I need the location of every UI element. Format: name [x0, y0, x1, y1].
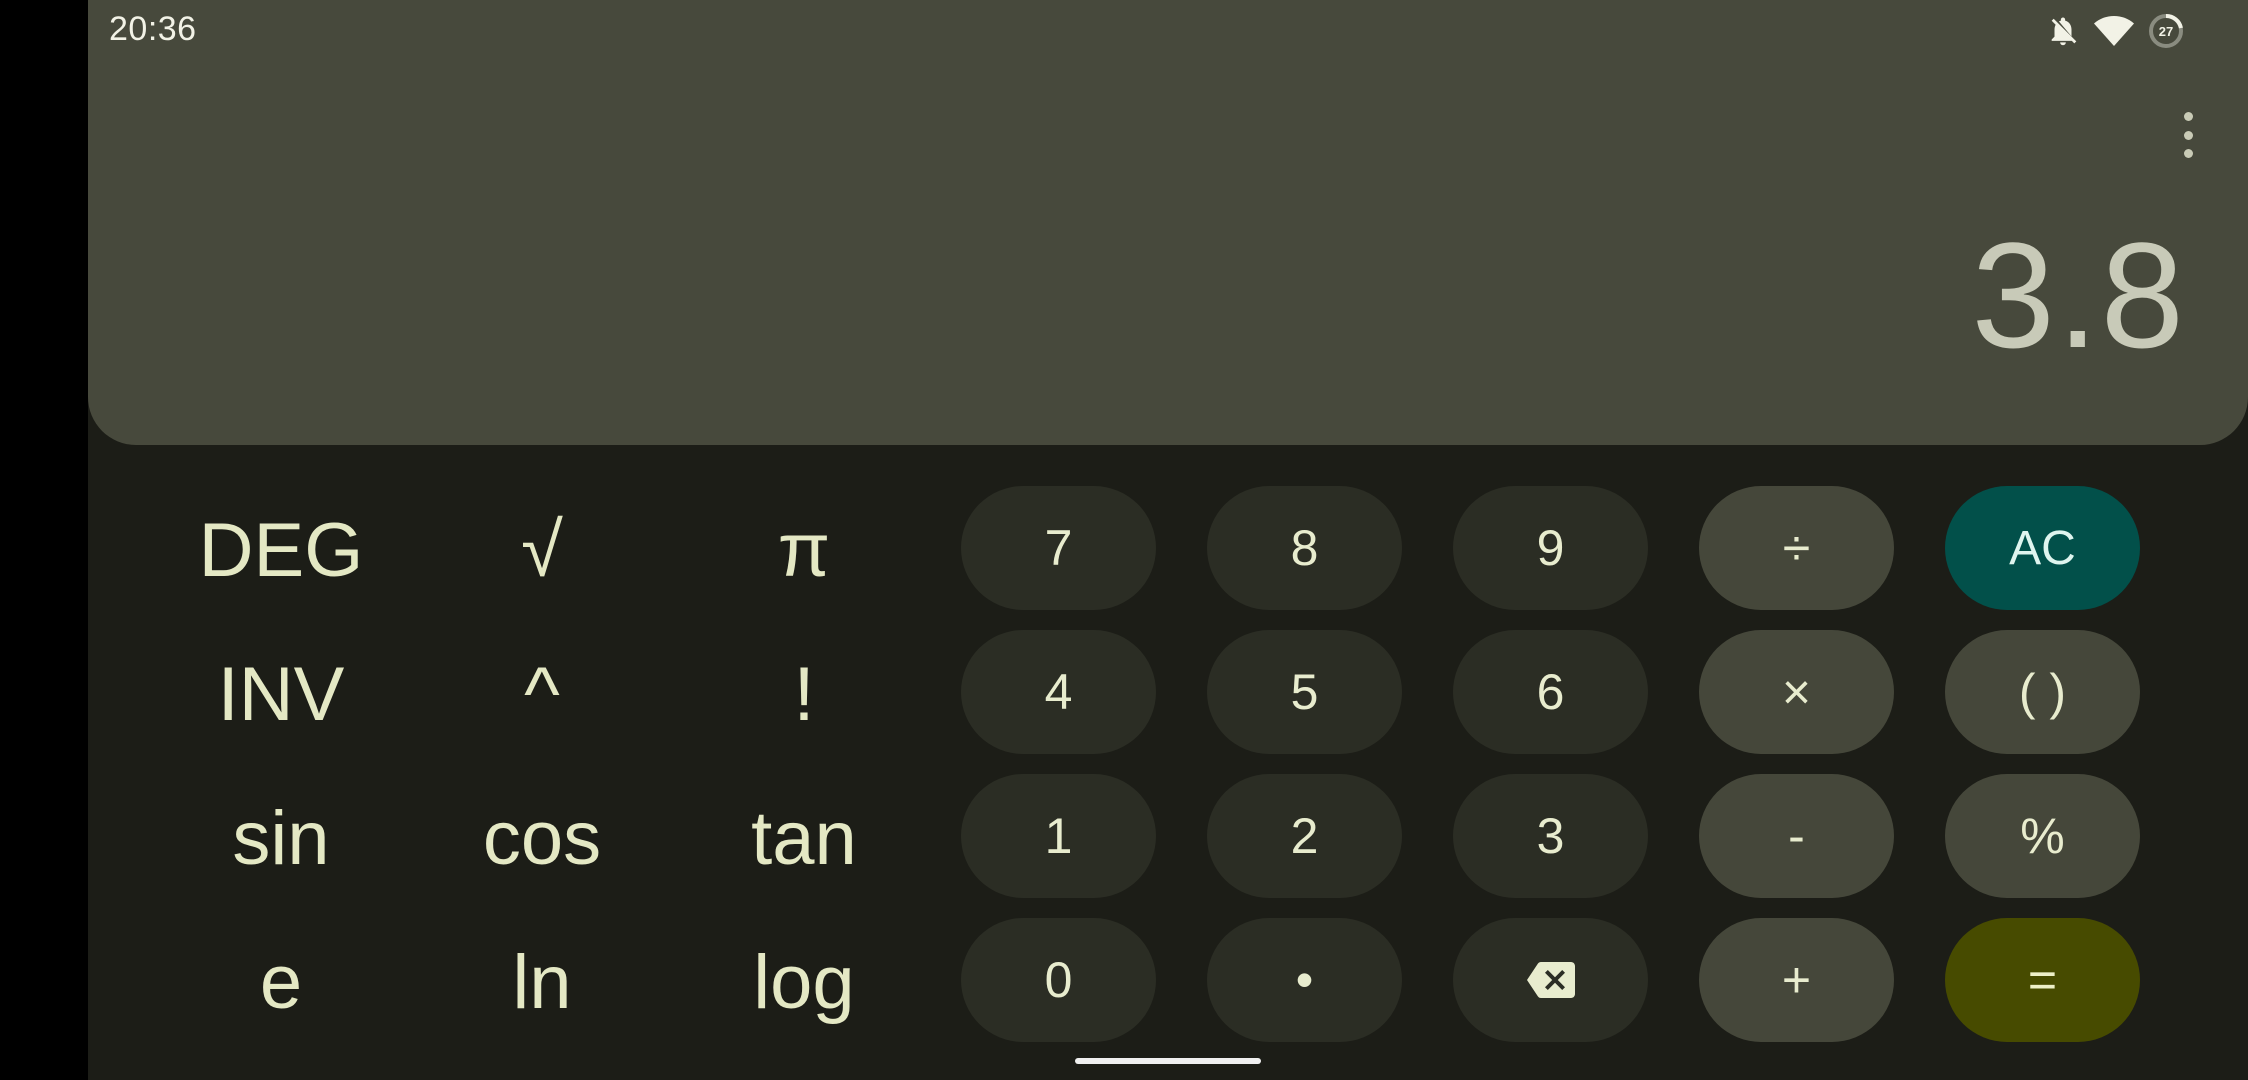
- battery-level: 27: [2159, 24, 2173, 39]
- pi-button[interactable]: π: [704, 490, 904, 610]
- divide-button[interactable]: ÷: [1699, 486, 1894, 610]
- tan-button[interactable]: tan: [704, 778, 904, 898]
- plus-button[interactable]: +: [1699, 918, 1894, 1042]
- multiply-button[interactable]: ×: [1699, 630, 1894, 754]
- backspace-icon: [1526, 962, 1575, 998]
- decimal-button[interactable]: •: [1207, 918, 1402, 1042]
- clear-button[interactable]: AC: [1945, 486, 2140, 610]
- sin-button[interactable]: sin: [181, 778, 381, 898]
- percent-button[interactable]: %: [1945, 774, 2140, 898]
- factorial-button[interactable]: !: [704, 634, 904, 754]
- digit-9-button[interactable]: 9: [1453, 486, 1648, 610]
- ln-button[interactable]: ln: [442, 922, 642, 1042]
- digit-4-button[interactable]: 4: [961, 630, 1156, 754]
- digit-0-button[interactable]: 0: [961, 918, 1156, 1042]
- deg-button[interactable]: DEG: [181, 490, 381, 610]
- digit-1-button[interactable]: 1: [961, 774, 1156, 898]
- status-time: 20:36: [109, 10, 197, 48]
- wifi-icon: [2094, 14, 2134, 48]
- calculator-app: 20:36 27 3.8 DEG √ π INV ^ ! sin cos tan…: [88, 0, 2248, 1080]
- notifications-off-icon: [2046, 14, 2080, 48]
- digit-5-button[interactable]: 5: [1207, 630, 1402, 754]
- backspace-button[interactable]: [1453, 918, 1648, 1042]
- digit-3-button[interactable]: 3: [1453, 774, 1648, 898]
- inv-button[interactable]: INV: [181, 634, 381, 754]
- gesture-home-bar[interactable]: [1075, 1058, 1261, 1064]
- sqrt-button[interactable]: √: [442, 490, 642, 610]
- digit-8-button[interactable]: 8: [1207, 486, 1402, 610]
- status-icons: 27: [2046, 12, 2184, 50]
- result-display: 3.8: [1971, 211, 2186, 379]
- digit-6-button[interactable]: 6: [1453, 630, 1648, 754]
- digit-2-button[interactable]: 2: [1207, 774, 1402, 898]
- battery-icon: 27: [2148, 13, 2184, 49]
- digit-7-button[interactable]: 7: [961, 486, 1156, 610]
- log-button[interactable]: log: [704, 922, 904, 1042]
- e-button[interactable]: e: [181, 922, 381, 1042]
- equals-button[interactable]: =: [1945, 918, 2140, 1042]
- parentheses-button[interactable]: ( ): [1945, 630, 2140, 754]
- minus-button[interactable]: -: [1699, 774, 1894, 898]
- power-button[interactable]: ^: [442, 634, 642, 754]
- display-panel: 20:36 27 3.8: [88, 0, 2248, 445]
- more-vert-icon[interactable]: [2176, 112, 2200, 158]
- cos-button[interactable]: cos: [442, 778, 642, 898]
